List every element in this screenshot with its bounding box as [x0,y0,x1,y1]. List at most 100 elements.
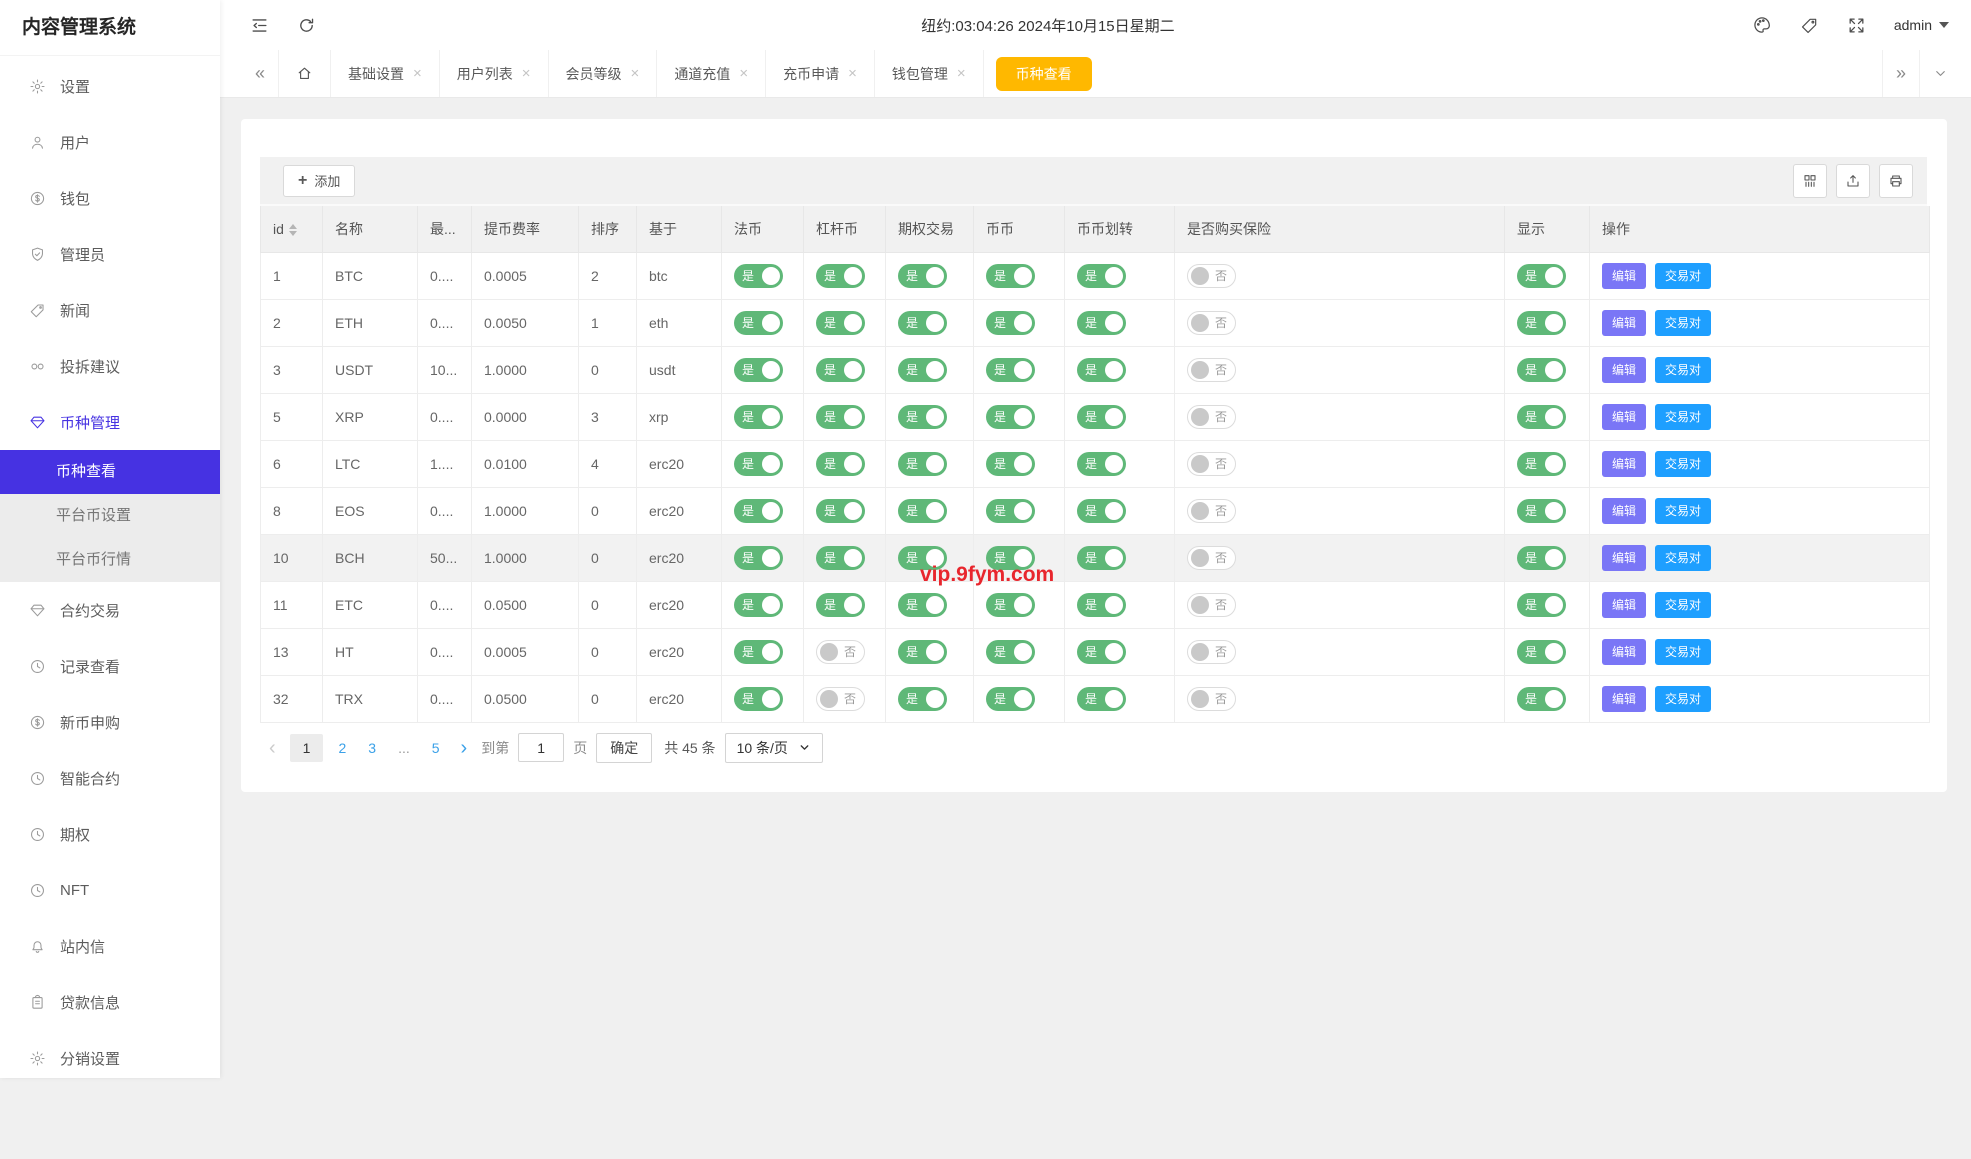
transfer-switch[interactable]: 是 [1077,405,1126,429]
fiat-switch[interactable]: 是 [734,546,783,570]
close-icon[interactable]: × [739,65,748,82]
edit-button[interactable]: 编辑 [1602,263,1646,289]
show-switch[interactable]: 是 [1517,546,1566,570]
add-button[interactable]: + 添加 [283,165,355,197]
pairs-button[interactable]: 交易对 [1655,639,1711,665]
sidebar-item[interactable]: 期权 [0,806,220,862]
prev-page-button[interactable]: ‹ [264,738,281,758]
close-icon[interactable]: × [848,65,857,82]
pairs-button[interactable]: 交易对 [1655,451,1711,477]
pairs-button[interactable]: 交易对 [1655,545,1711,571]
tab[interactable]: 通道充值× [657,50,766,97]
tab[interactable]: 用户列表× [440,50,549,97]
show-switch[interactable]: 是 [1517,687,1566,711]
fiat-switch[interactable]: 是 [734,452,783,476]
transfer-switch[interactable]: 是 [1077,546,1126,570]
option-switch[interactable]: 是 [898,405,947,429]
coin-switch[interactable]: 是 [986,593,1035,617]
show-switch[interactable]: 是 [1517,358,1566,382]
page-number[interactable]: 3 [361,735,383,761]
palette-icon[interactable] [1752,15,1772,35]
page-size-select[interactable]: 10 条/页 [725,733,823,763]
show-switch[interactable]: 是 [1517,593,1566,617]
sidebar-item[interactable]: 币种管理 [0,394,220,450]
edit-button[interactable]: 编辑 [1602,357,1646,383]
coin-switch[interactable]: 是 [986,640,1035,664]
fiat-switch[interactable]: 是 [734,358,783,382]
export-button[interactable] [1836,164,1870,198]
transfer-switch[interactable]: 是 [1077,499,1126,523]
pairs-button[interactable]: 交易对 [1655,404,1711,430]
sidebar-item[interactable]: 管理员 [0,226,220,282]
close-icon[interactable]: × [957,65,966,82]
tabs-menu-button[interactable] [1919,50,1961,97]
tab[interactable]: 钱包管理× [875,50,984,97]
tag-icon[interactable] [1800,16,1819,35]
lever-switch[interactable]: 是 [816,358,865,382]
next-page-button[interactable]: › [456,738,473,758]
edit-button[interactable]: 编辑 [1602,686,1646,712]
sidebar-item[interactable]: 设置 [0,58,220,114]
insurance-switch[interactable]: 否 [1187,358,1236,382]
pairs-button[interactable]: 交易对 [1655,357,1711,383]
page-number[interactable]: 2 [331,735,353,761]
edit-button[interactable]: 编辑 [1602,310,1646,336]
close-icon[interactable]: × [413,65,422,82]
confirm-button[interactable]: 确定 [596,733,652,763]
option-switch[interactable]: 是 [898,358,947,382]
pairs-button[interactable]: 交易对 [1655,498,1711,524]
sidebar-item[interactable]: 用户 [0,114,220,170]
sidebar-item[interactable]: 合约交易 [0,582,220,638]
transfer-switch[interactable]: 是 [1077,452,1126,476]
insurance-switch[interactable]: 否 [1187,687,1236,711]
fiat-switch[interactable]: 是 [734,499,783,523]
coin-switch[interactable]: 是 [986,499,1035,523]
columns-toggle-button[interactable] [1793,164,1827,198]
option-switch[interactable]: 是 [898,687,947,711]
insurance-switch[interactable]: 否 [1187,452,1236,476]
tabs-scroll-left-button[interactable]: « [242,50,278,97]
edit-button[interactable]: 编辑 [1602,404,1646,430]
show-switch[interactable]: 是 [1517,640,1566,664]
edit-button[interactable]: 编辑 [1602,639,1646,665]
sidebar-item[interactable]: 投拆建议 [0,338,220,394]
show-switch[interactable]: 是 [1517,499,1566,523]
insurance-switch[interactable]: 否 [1187,640,1236,664]
edit-button[interactable]: 编辑 [1602,451,1646,477]
home-tab[interactable] [278,50,331,97]
sort-icon[interactable] [289,224,297,236]
fiat-switch[interactable]: 是 [734,593,783,617]
insurance-switch[interactable]: 否 [1187,593,1236,617]
insurance-switch[interactable]: 否 [1187,311,1236,335]
sidebar-subitem[interactable]: 平台币行情 [0,538,220,582]
sidebar-item[interactable]: NFT [0,862,220,918]
sidebar-subitem[interactable]: 币种查看 [0,450,220,494]
transfer-switch[interactable]: 是 [1077,264,1126,288]
insurance-switch[interactable]: 否 [1187,499,1236,523]
lever-switch[interactable]: 否 [816,687,865,711]
option-switch[interactable]: 是 [898,593,947,617]
close-icon[interactable]: × [522,65,531,82]
lever-switch[interactable]: 是 [816,264,865,288]
page-number[interactable]: 5 [425,735,447,761]
refresh-button[interactable] [297,16,316,35]
lever-switch[interactable]: 是 [816,546,865,570]
option-switch[interactable]: 是 [898,640,947,664]
insurance-switch[interactable]: 否 [1187,546,1236,570]
page-number[interactable]: 1 [290,734,324,762]
col-header-id[interactable]: id [261,206,323,252]
show-switch[interactable]: 是 [1517,311,1566,335]
coin-switch[interactable]: 是 [986,405,1035,429]
tab[interactable]: 会员等级× [549,50,658,97]
transfer-switch[interactable]: 是 [1077,311,1126,335]
coin-switch[interactable]: 是 [986,264,1035,288]
pairs-button[interactable]: 交易对 [1655,686,1711,712]
fiat-switch[interactable]: 是 [734,264,783,288]
option-switch[interactable]: 是 [898,264,947,288]
option-switch[interactable]: 是 [898,311,947,335]
lever-switch[interactable]: 是 [816,311,865,335]
goto-page-input[interactable] [518,733,564,762]
show-switch[interactable]: 是 [1517,452,1566,476]
user-menu[interactable]: admin [1894,17,1949,33]
option-switch[interactable]: 是 [898,452,947,476]
